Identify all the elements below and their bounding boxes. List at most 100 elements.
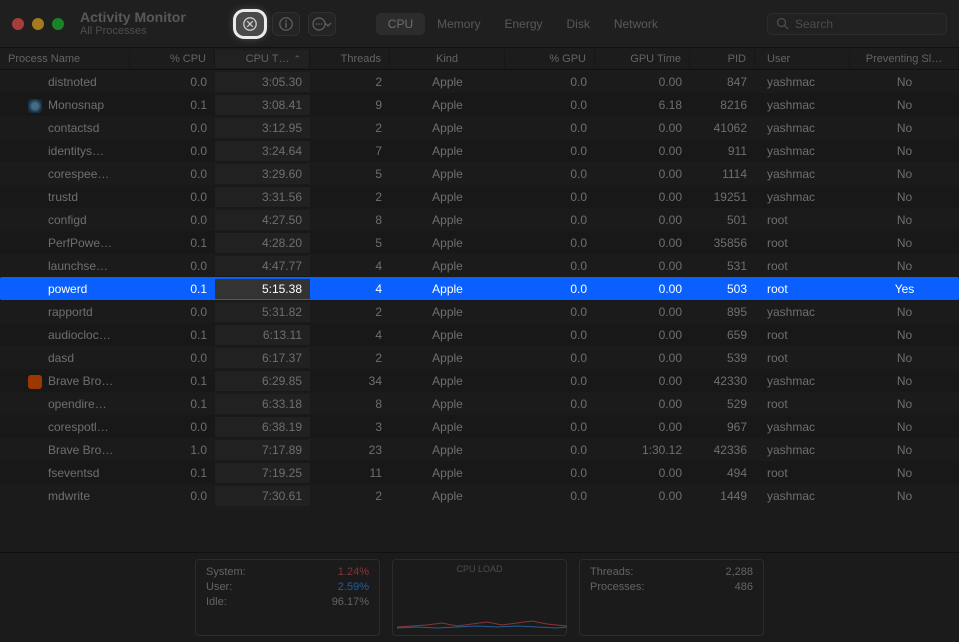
gpu-cell: 0.0 bbox=[505, 371, 595, 391]
table-row[interactable]: configd0.04:27.508Apple0.00.00501rootNo bbox=[0, 208, 959, 231]
stop-process-button[interactable] bbox=[236, 12, 264, 36]
process-name: opendire… bbox=[48, 397, 107, 411]
table-row[interactable]: corespee…0.03:29.605Apple0.00.001114yash… bbox=[0, 162, 959, 185]
process-name-cell: Brave Bro… bbox=[0, 440, 130, 460]
kind-cell: Apple bbox=[390, 279, 505, 299]
process-name: Brave Bro… bbox=[48, 443, 113, 457]
col-preventing-sleep[interactable]: Preventing Sl… bbox=[850, 50, 959, 68]
user-label: User: bbox=[206, 581, 232, 593]
threads-cell: 34 bbox=[310, 371, 390, 391]
cpu-time-cell: 5:15.38 bbox=[215, 279, 310, 299]
cpu-time-cell: 3:12.95 bbox=[215, 118, 310, 138]
table-row[interactable]: fseventsd0.17:19.2511Apple0.00.00494root… bbox=[0, 461, 959, 484]
threads-label: Threads: bbox=[590, 566, 633, 578]
process-name: configd bbox=[48, 213, 87, 227]
chart-title: CPU LOAD bbox=[456, 564, 502, 574]
threads-cell: 4 bbox=[310, 325, 390, 345]
col-pid[interactable]: PID bbox=[690, 50, 755, 68]
preventing-sleep-cell: No bbox=[850, 210, 959, 230]
tab-energy[interactable]: Energy bbox=[492, 13, 554, 35]
gpu-time-cell: 0.00 bbox=[595, 233, 690, 253]
tab-cpu[interactable]: CPU bbox=[376, 13, 425, 35]
process-name-cell: identitys… bbox=[0, 141, 130, 161]
kind-cell: Apple bbox=[390, 233, 505, 253]
cpu-time-cell: 6:33.18 bbox=[215, 394, 310, 414]
col-cpu-time[interactable]: CPU T…⌃ bbox=[215, 50, 310, 68]
cpu-cell: 0.0 bbox=[130, 302, 215, 322]
process-name: audiocloc… bbox=[48, 328, 111, 342]
process-name-cell: corespee… bbox=[0, 164, 130, 184]
gpu-time-cell: 0.00 bbox=[595, 302, 690, 322]
col-gpu[interactable]: % GPU bbox=[505, 50, 595, 68]
table-row[interactable]: Monosnap0.13:08.419Apple0.06.188216yashm… bbox=[0, 93, 959, 116]
maximize-window-button[interactable] bbox=[52, 18, 64, 30]
tab-network[interactable]: Network bbox=[602, 13, 670, 35]
pid-cell: 529 bbox=[690, 394, 755, 414]
table-row[interactable]: distnoted0.03:05.302Apple0.00.00847yashm… bbox=[0, 70, 959, 93]
process-name: Monosnap bbox=[48, 98, 104, 112]
table-row[interactable]: launchse…0.04:47.774Apple0.00.00531rootN… bbox=[0, 254, 959, 277]
info-button[interactable] bbox=[272, 12, 300, 36]
cpu-time-cell: 6:38.19 bbox=[215, 417, 310, 437]
gpu-time-cell: 0.00 bbox=[595, 118, 690, 138]
gpu-time-cell: 0.00 bbox=[595, 279, 690, 299]
col-cpu[interactable]: % CPU bbox=[130, 50, 215, 68]
preventing-sleep-cell: No bbox=[850, 325, 959, 345]
threads-value: 2,288 bbox=[725, 566, 753, 578]
process-name-cell: opendire… bbox=[0, 394, 130, 414]
minimize-window-button[interactable] bbox=[32, 18, 44, 30]
table-row[interactable]: corespotl…0.06:38.193Apple0.00.00967yash… bbox=[0, 415, 959, 438]
process-name: fseventsd bbox=[48, 466, 99, 480]
table-row[interactable]: audiocloc…0.16:13.114Apple0.00.00659root… bbox=[0, 323, 959, 346]
kind-cell: Apple bbox=[390, 325, 505, 345]
table-row[interactable]: mdwrite0.07:30.612Apple0.00.001449yashma… bbox=[0, 484, 959, 507]
idle-value: 96.17% bbox=[332, 596, 369, 608]
table-row[interactable]: identitys…0.03:24.647Apple0.00.00911yash… bbox=[0, 139, 959, 162]
process-name-cell: audiocloc… bbox=[0, 325, 130, 345]
gpu-cell: 0.0 bbox=[505, 95, 595, 115]
pid-cell: 659 bbox=[690, 325, 755, 345]
table-row[interactable]: opendire…0.16:33.188Apple0.00.00529rootN… bbox=[0, 392, 959, 415]
tab-disk[interactable]: Disk bbox=[555, 13, 602, 35]
process-table[interactable]: distnoted0.03:05.302Apple0.00.00847yashm… bbox=[0, 70, 959, 552]
table-row[interactable]: dasd0.06:17.372Apple0.00.00539rootNo bbox=[0, 346, 959, 369]
col-process-name[interactable]: Process Name bbox=[0, 50, 130, 68]
gpu-time-cell: 0.00 bbox=[595, 486, 690, 506]
kind-cell: Apple bbox=[390, 164, 505, 184]
cpu-time-cell: 4:27.50 bbox=[215, 210, 310, 230]
user-cell: root bbox=[755, 325, 850, 345]
more-options-button[interactable] bbox=[308, 12, 336, 36]
process-name: corespotl… bbox=[48, 420, 109, 434]
col-kind[interactable]: Kind bbox=[390, 50, 505, 68]
cpu-cell: 0.1 bbox=[130, 371, 215, 391]
cpu-time-cell: 3:29.60 bbox=[215, 164, 310, 184]
table-row[interactable]: contactsd0.03:12.952Apple0.00.0041062yas… bbox=[0, 116, 959, 139]
kind-cell: Apple bbox=[390, 141, 505, 161]
table-row[interactable]: powerd0.15:15.384Apple0.00.00503rootYes bbox=[0, 277, 959, 300]
user-cell: root bbox=[755, 463, 850, 483]
threads-cell: 2 bbox=[310, 302, 390, 322]
process-name-cell: powerd bbox=[0, 279, 130, 299]
pid-cell: 503 bbox=[690, 279, 755, 299]
search-input[interactable] bbox=[795, 17, 938, 31]
table-row[interactable]: rapportd0.05:31.822Apple0.00.00895yashma… bbox=[0, 300, 959, 323]
cpu-cell: 0.0 bbox=[130, 187, 215, 207]
threads-cell: 11 bbox=[310, 463, 390, 483]
pid-cell: 501 bbox=[690, 210, 755, 230]
gpu-time-cell: 1:30.12 bbox=[595, 440, 690, 460]
preventing-sleep-cell: No bbox=[850, 256, 959, 276]
cpu-cell: 0.1 bbox=[130, 325, 215, 345]
tab-memory[interactable]: Memory bbox=[425, 13, 492, 35]
table-row[interactable]: PerfPowe…0.14:28.205Apple0.00.0035856roo… bbox=[0, 231, 959, 254]
table-row[interactable]: Brave Bro…0.16:29.8534Apple0.00.0042330y… bbox=[0, 369, 959, 392]
kind-cell: Apple bbox=[390, 187, 505, 207]
process-name: corespee… bbox=[48, 167, 109, 181]
close-window-button[interactable] bbox=[12, 18, 24, 30]
table-row[interactable]: Brave Bro…1.07:17.8923Apple0.01:30.12423… bbox=[0, 438, 959, 461]
col-threads[interactable]: Threads bbox=[310, 50, 390, 68]
search-box[interactable] bbox=[767, 13, 947, 35]
table-row[interactable]: trustd0.03:31.562Apple0.00.0019251yashma… bbox=[0, 185, 959, 208]
process-name-cell: trustd bbox=[0, 187, 130, 207]
col-user[interactable]: User bbox=[755, 50, 850, 68]
col-gpu-time[interactable]: GPU Time bbox=[595, 50, 690, 68]
